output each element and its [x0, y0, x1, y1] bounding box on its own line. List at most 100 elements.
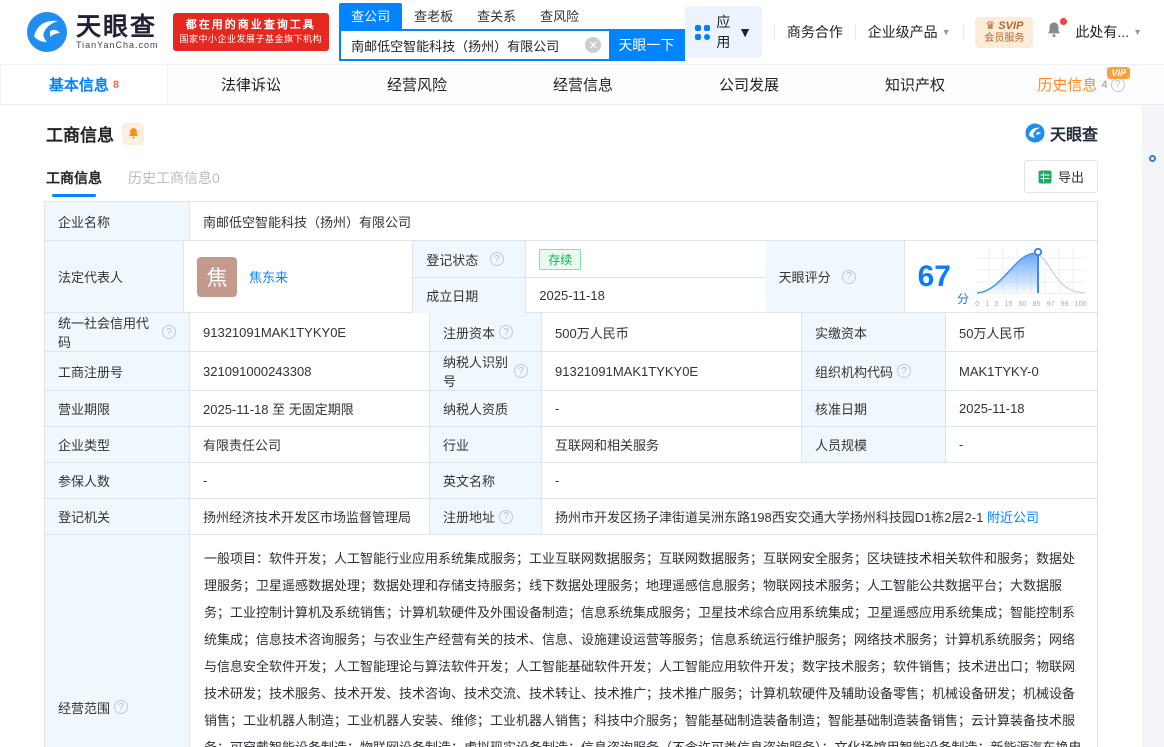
- status-badge: 存续: [539, 249, 581, 270]
- tab-operating-info[interactable]: 经营信息: [500, 65, 666, 104]
- search-tab-company[interactable]: 查公司: [339, 3, 402, 29]
- legal-rep-link[interactable]: 焦东来: [249, 267, 288, 286]
- help-icon[interactable]: [499, 325, 513, 339]
- business-coop-link[interactable]: 商务合作: [787, 22, 843, 42]
- table-row: 经营范围 一般项目：软件开发；人工智能行业应用系统集成服务；工业互联网数据服务；…: [45, 534, 1097, 747]
- apps-menu[interactable]: 应用 ▼: [685, 6, 762, 58]
- tab-company-development[interactable]: 公司发展: [666, 65, 832, 104]
- slogan-line1: 都在用的商业查询工具: [180, 18, 323, 33]
- subtab-history-business-info[interactable]: 历史工商信息0: [128, 168, 220, 197]
- help-icon[interactable]: [114, 700, 128, 714]
- chevron-down-icon: ▼: [1133, 27, 1142, 37]
- field-label: 成立日期: [413, 278, 525, 313]
- credit-code-value: 91321091MAK1TYKY0E: [189, 313, 429, 351]
- label-text: 经营范围: [58, 698, 110, 717]
- search-tab-relation[interactable]: 查关系: [465, 3, 528, 29]
- header-right: 应用 ▼ 商务合作 企业级产品 ▼ ♛ SVIP 会员服务 此处有... ▼: [685, 6, 1142, 58]
- reg-capital-value: 500万人民币: [541, 313, 801, 351]
- field-label: 法定代表人: [45, 241, 183, 312]
- score-distribution-chart: 0131550859799100: [975, 246, 1089, 308]
- search-tab-boss[interactable]: 查老板: [402, 3, 465, 29]
- notifications-bell-icon[interactable]: [1045, 21, 1063, 44]
- brand-name: 天眼查: [76, 14, 159, 40]
- page-gutter: [1142, 105, 1164, 747]
- industry-value: 互联网和相关服务: [541, 427, 801, 462]
- help-icon[interactable]: [1111, 78, 1125, 92]
- label-text: 组织机构代码: [815, 362, 893, 381]
- tab-intellectual-property[interactable]: 知识产权: [832, 65, 998, 104]
- tab-basic-info-count: 8: [113, 79, 119, 91]
- search-box: ✕ 天眼一下: [339, 29, 685, 61]
- taxpayer-id-value: 91321091MAK1TYKY0E: [541, 352, 801, 390]
- help-icon[interactable]: [514, 364, 528, 378]
- reg-authority-value: 扬州经济技术开发区市场监督管理局: [189, 499, 429, 534]
- help-icon[interactable]: [499, 510, 513, 524]
- apps-label: 应用: [716, 12, 732, 52]
- chevron-down-icon: ▼: [738, 24, 752, 40]
- help-icon[interactable]: [842, 270, 856, 284]
- help-icon[interactable]: [162, 325, 176, 339]
- tab-history-info[interactable]: VIP 历史信息 4: [998, 65, 1164, 104]
- help-icon[interactable]: [897, 364, 911, 378]
- field-label: 天眼评分: [766, 241, 904, 312]
- score-chart-ticks: 0131550859799100: [975, 299, 1087, 308]
- search-button[interactable]: 天眼一下: [609, 31, 683, 59]
- nearby-companies-link[interactable]: 附近公司: [987, 507, 1039, 526]
- reg-status-cell: 存续: [525, 241, 765, 277]
- tab-label: 知识产权: [885, 74, 945, 95]
- scroll-anchor-dot[interactable]: [1149, 155, 1156, 162]
- svip-sublabel: 会员服务: [984, 33, 1024, 45]
- top-header: 天眼查 TianYanCha.com 都在用的商业查询工具 国家中小企业发展子基…: [0, 0, 1164, 64]
- label-text: 注册地址: [443, 507, 495, 526]
- user-menu[interactable]: 此处有... ▼: [1075, 22, 1142, 42]
- tab-legal-proceedings[interactable]: 法律诉讼: [168, 65, 334, 104]
- subtab-business-info[interactable]: 工商信息: [46, 168, 102, 197]
- tab-label: 公司发展: [719, 74, 779, 95]
- table-row: 参保人数 - 英文名称 -: [45, 462, 1097, 498]
- search-tabs: 查公司 查老板 查关系 查风险: [339, 3, 685, 29]
- field-label: 注册资本: [429, 313, 541, 351]
- export-button[interactable]: 导出: [1024, 160, 1098, 193]
- watermark-text: 天眼查: [1050, 121, 1098, 145]
- field-label: 登记机关: [45, 499, 189, 534]
- company-name-value: 南邮低空智能科技（扬州）有限公司: [189, 202, 1097, 240]
- svip-member-button[interactable]: ♛ SVIP 会员服务: [975, 17, 1033, 48]
- score-label: 天眼评分: [779, 267, 831, 286]
- enterprise-products-label: 企业级产品: [868, 22, 938, 42]
- tab-basic-info[interactable]: 基本信息 8: [0, 65, 168, 104]
- apps-grid-icon: [695, 25, 710, 40]
- insured-count-value: -: [189, 463, 429, 498]
- tianyancha-watermark: 天眼查: [1025, 121, 1098, 145]
- field-label: 统一社会信用代码: [45, 313, 189, 351]
- help-icon[interactable]: [490, 252, 504, 266]
- score-unit: 分: [957, 290, 969, 307]
- field-label: 纳税人资质: [429, 391, 541, 426]
- reg-address-cell: 扬州市开发区扬子津街道吴洲东路198西安交通大学扬州科技园D1栋2层2-1 附近…: [541, 499, 1097, 534]
- tab-label: 历史信息: [1037, 74, 1097, 95]
- field-label: 企业名称: [45, 202, 189, 240]
- search-module: 查公司 查老板 查关系 查风险 ✕ 天眼一下: [339, 3, 685, 61]
- field-label: 参保人数: [45, 463, 189, 498]
- table-row: 法定代表人 焦 焦东来 登记状态 存续 成立日期 2025-11-18: [45, 240, 1097, 312]
- company-type-value: 有限责任公司: [189, 427, 429, 462]
- panel-title: 工商信息: [46, 121, 114, 146]
- label-text: 统一社会信用代码: [58, 313, 158, 351]
- field-label: 核准日期: [801, 391, 945, 426]
- score-cell[interactable]: 67 分: [904, 241, 1097, 312]
- tab-operating-risk[interactable]: 经营风险: [334, 65, 500, 104]
- legal-rep-cell: 焦 焦东来: [183, 241, 412, 312]
- vip-badge: VIP: [1107, 67, 1130, 79]
- search-input[interactable]: [341, 38, 585, 53]
- taxpayer-quality-value: -: [541, 391, 801, 426]
- enterprise-products-menu[interactable]: 企业级产品 ▼: [868, 22, 951, 42]
- label-text: 纳税人识别号: [443, 352, 510, 390]
- subscribe-bell-icon[interactable]: [122, 123, 144, 145]
- tianyancha-logo[interactable]: 天眼查 TianYanCha.com: [26, 11, 159, 53]
- divider: [774, 25, 775, 39]
- field-label: 登记状态: [413, 241, 525, 277]
- clear-search-icon[interactable]: ✕: [585, 37, 601, 53]
- slogan-line2: 国家中小企业发展子基金旗下机构: [180, 33, 323, 46]
- search-tab-risk[interactable]: 查风险: [528, 3, 591, 29]
- divider: [855, 25, 856, 39]
- legal-rep-avatar[interactable]: 焦: [197, 257, 237, 297]
